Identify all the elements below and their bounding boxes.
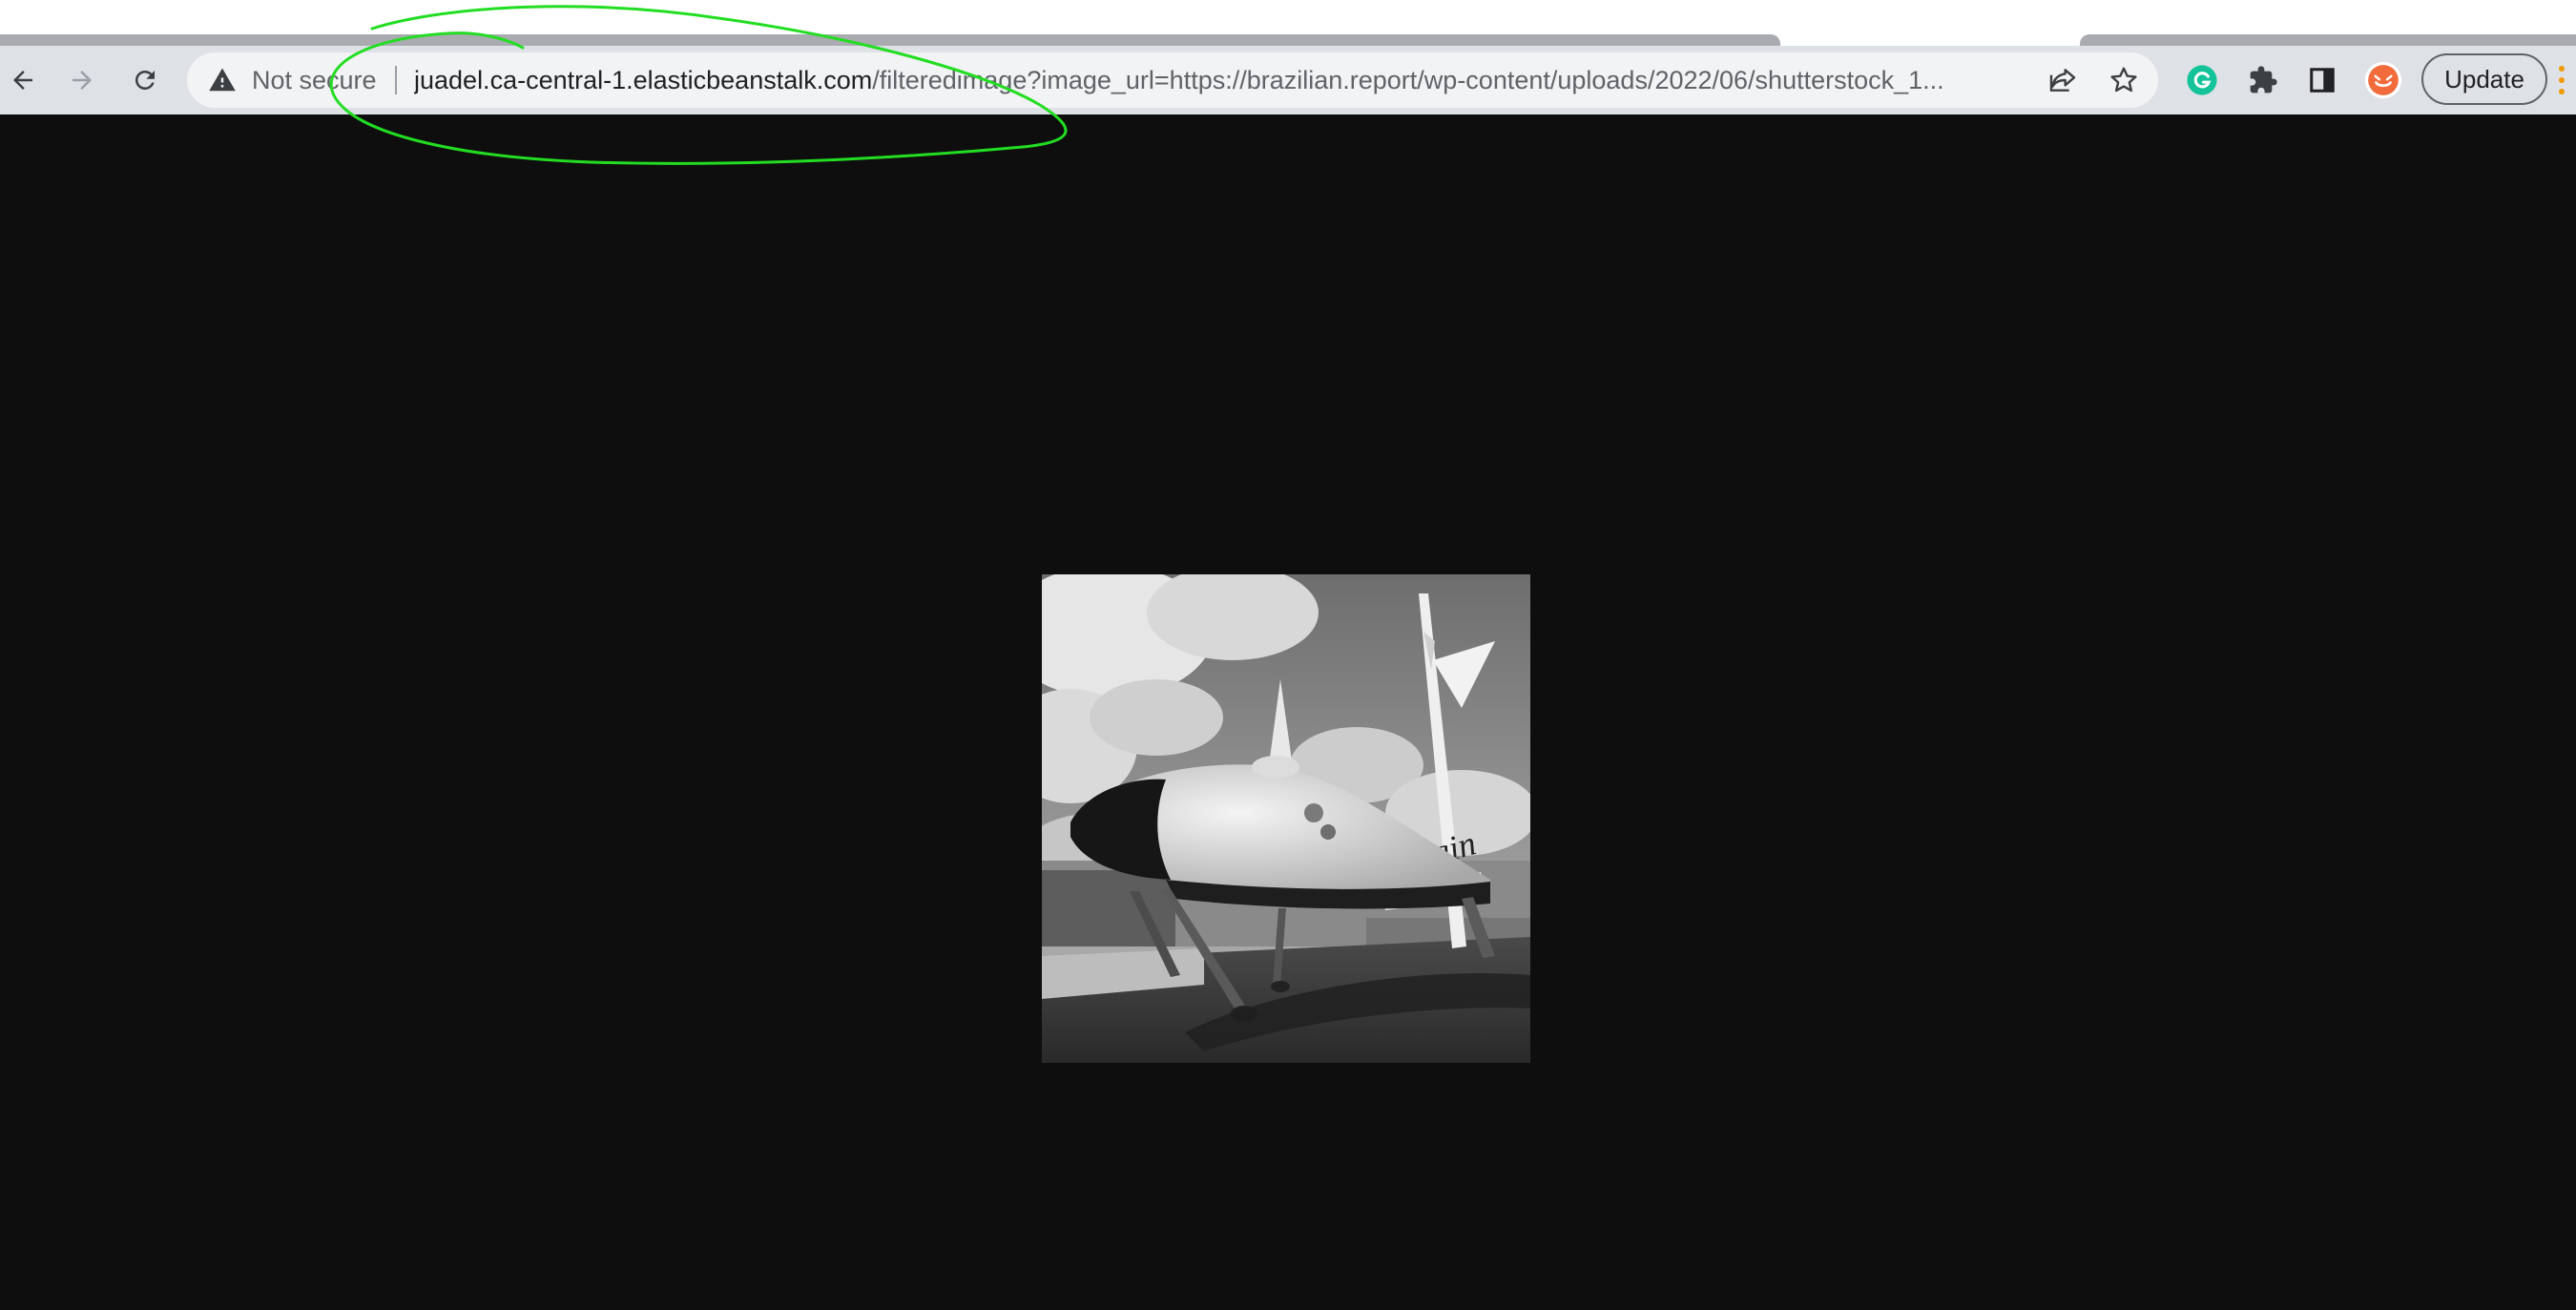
tab-strip-segment: [0, 34, 1780, 46]
url-text[interactable]: juadel.ca-central-1.elasticbeanstalk.com…: [414, 66, 2208, 94]
star-icon: [2110, 67, 2137, 93]
security-status-label[interactable]: Not secure: [252, 66, 377, 94]
url-host: juadel.ca-central-1.elasticbeanstalk.com: [414, 66, 873, 94]
side-panel-button[interactable]: [2299, 57, 2345, 103]
arrow-left-icon: [13, 71, 32, 90]
profile-avatar-icon: [2364, 61, 2402, 99]
url-path: /filteredimage?image_url=https://brazili…: [872, 66, 1944, 94]
tab-strip-segment: [2080, 34, 2576, 46]
reload-button[interactable]: [122, 57, 168, 103]
back-button[interactable]: [0, 57, 46, 103]
puzzle-icon: [2250, 66, 2277, 94]
extensions-button[interactable]: [2240, 57, 2286, 103]
browser-toolbar: Not secure juadel.ca-central-1.elasticbe…: [0, 46, 2576, 114]
window-top-strip: [0, 0, 2576, 34]
omnibox-divider: [395, 66, 397, 94]
bookmark-button[interactable]: [2105, 61, 2143, 99]
tab-strip: [0, 34, 2576, 46]
spaceship-photo: Virgin: [1042, 574, 1530, 1063]
reload-icon: [135, 70, 155, 90]
filtered-image: Virgin: [1042, 574, 1530, 1063]
address-bar[interactable]: Not secure juadel.ca-central-1.elasticbe…: [187, 52, 2158, 108]
share-button[interactable]: [2044, 61, 2082, 99]
forward-button[interactable]: [59, 57, 105, 103]
grammarly-extension-button[interactable]: [2179, 57, 2225, 103]
update-button[interactable]: Update: [2421, 53, 2547, 105]
profile-button[interactable]: [2360, 57, 2406, 103]
grammarly-icon: [2187, 65, 2217, 95]
share-icon: [2049, 69, 2076, 92]
arrow-right-icon: [73, 71, 92, 90]
warning-triangle-icon: [209, 68, 236, 92]
side-panel-icon: [2310, 68, 2335, 93]
three-dots-icon[interactable]: [2547, 59, 2576, 101]
